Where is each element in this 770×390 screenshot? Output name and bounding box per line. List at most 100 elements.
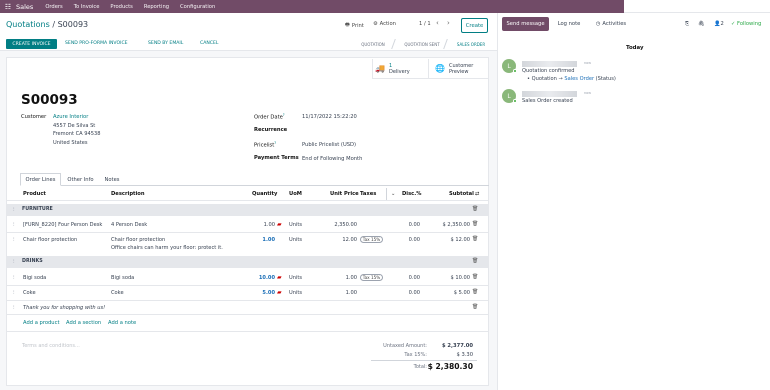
payment-terms-field[interactable]: End of Following Month bbox=[302, 156, 362, 162]
stage-quotation-sent[interactable]: QUOTATION SENT bbox=[397, 39, 447, 49]
col-uom[interactable]: UoM bbox=[289, 191, 302, 197]
create-invoice-button[interactable]: CREATE INVOICE bbox=[6, 39, 57, 49]
line-disc[interactable]: 0.00 bbox=[396, 290, 420, 296]
line-uom[interactable]: Units bbox=[289, 222, 302, 228]
stage-quotation[interactable]: QUOTATION bbox=[351, 39, 395, 49]
line-product[interactable]: Bigi soda bbox=[23, 275, 46, 281]
breadcrumb-quotations[interactable]: Quotations bbox=[6, 20, 50, 29]
cancel-button[interactable]: CANCEL bbox=[200, 41, 218, 46]
send-message-button[interactable]: Send message bbox=[502, 17, 549, 31]
stage-sales-order[interactable]: SALES ORDER bbox=[450, 39, 492, 49]
forecast-chart-icon[interactable]: ▰ bbox=[277, 221, 282, 228]
pricelist-field[interactable]: Public Pricelist (USD) bbox=[302, 142, 356, 148]
trash-icon[interactable]: 🗑 bbox=[472, 206, 478, 212]
terms-input[interactable]: Terms and conditions... bbox=[22, 343, 80, 349]
drag-handle-icon[interactable]: ⁝ bbox=[13, 305, 15, 311]
line-uom[interactable]: Units bbox=[289, 275, 302, 281]
avatar[interactable]: L bbox=[502, 89, 517, 103]
col-disc[interactable]: Disc.% bbox=[402, 191, 421, 197]
line-disc[interactable]: 0.00 bbox=[396, 275, 420, 281]
section-row[interactable] bbox=[7, 204, 488, 216]
line-product[interactable]: Coke bbox=[23, 290, 36, 296]
col-unit-price[interactable]: Unit Price bbox=[330, 191, 359, 197]
trash-icon[interactable]: 🗑 bbox=[472, 304, 478, 310]
app-name[interactable]: Sales bbox=[16, 3, 33, 11]
column-settings-icon[interactable]: ⇄ bbox=[475, 191, 479, 197]
print-button[interactable]: 🖶 Print bbox=[345, 21, 364, 30]
note-line[interactable]: Thank you for shopping with us! bbox=[23, 305, 105, 311]
line-unit-price[interactable]: 2,350.00 bbox=[322, 222, 357, 228]
pager-next-icon[interactable]: › bbox=[447, 19, 450, 27]
add-note-link[interactable]: Add a note bbox=[108, 320, 136, 326]
drag-handle-icon[interactable]: ⁝ bbox=[13, 207, 15, 213]
tab-other-info[interactable]: Other Info bbox=[62, 173, 99, 186]
line-uom[interactable]: Units bbox=[289, 237, 302, 243]
line-product[interactable]: Chair floor protection bbox=[23, 237, 77, 243]
line-unit-price[interactable]: 1.00 bbox=[322, 275, 357, 281]
send-by-email-button[interactable]: SEND BY EMAIL bbox=[148, 41, 183, 46]
menu-configuration[interactable]: Configuration bbox=[180, 4, 215, 10]
activities-button[interactable]: ◷ Activities bbox=[590, 17, 632, 31]
menu-products[interactable]: Products bbox=[110, 4, 132, 10]
tab-order-lines[interactable]: Order Lines bbox=[20, 173, 61, 186]
menu-orders[interactable]: Orders bbox=[45, 4, 62, 10]
drag-handle-icon[interactable]: ⁝ bbox=[13, 237, 15, 243]
send-proforma-button[interactable]: SEND PRO-FORMA INVOICE bbox=[65, 41, 128, 46]
line-disc[interactable]: 0.00 bbox=[396, 237, 420, 243]
following-button[interactable]: ✓ Following bbox=[731, 21, 761, 27]
apps-grid-icon[interactable]: ☷ bbox=[1, 0, 15, 13]
drag-handle-icon[interactable]: ⁝ bbox=[13, 222, 15, 228]
col-subtotal[interactable]: Subtotal bbox=[449, 191, 474, 197]
line-description-extra[interactable]: Office chairs can harm your floor: prote… bbox=[111, 245, 223, 251]
tab-notes[interactable]: Notes bbox=[100, 173, 124, 186]
pager-prev-icon[interactable]: ‹ bbox=[436, 19, 439, 27]
drag-handle-icon[interactable]: ⁝ bbox=[13, 290, 15, 296]
col-product[interactable]: Product bbox=[23, 191, 46, 197]
add-section-link[interactable]: Add a section bbox=[66, 320, 101, 326]
customer-preview-button[interactable]: 🌐 Customer Preview bbox=[428, 59, 489, 79]
followers-button[interactable]: 👤2 bbox=[714, 21, 724, 27]
line-disc[interactable]: 0.00 bbox=[396, 222, 420, 228]
col-taxes[interactable]: Taxes bbox=[360, 191, 376, 197]
trash-icon[interactable]: 🗑 bbox=[472, 221, 478, 227]
line-description[interactable]: 4 Person Desk bbox=[111, 222, 147, 228]
paperclip-icon[interactable]: ⎘ bbox=[685, 21, 689, 28]
menu-to-invoice[interactable]: To Invoice bbox=[74, 4, 100, 10]
author-name[interactable] bbox=[522, 91, 577, 97]
trash-icon[interactable]: 🗑 bbox=[472, 258, 478, 264]
author-name[interactable] bbox=[522, 61, 577, 67]
line-quantity[interactable]: 10.00 bbox=[250, 275, 275, 281]
customer-field[interactable]: Azure Interior bbox=[53, 114, 88, 120]
line-unit-price[interactable]: 12.00 bbox=[322, 237, 357, 243]
line-quantity[interactable]: 5.00 bbox=[250, 290, 275, 296]
tax-badge[interactable]: Tax 15% bbox=[360, 274, 383, 281]
log-note-button[interactable]: Log note bbox=[553, 17, 585, 31]
line-uom[interactable]: Units bbox=[289, 290, 302, 296]
trash-icon[interactable]: 🗑 bbox=[472, 236, 478, 242]
drag-handle-icon[interactable]: ⁝ bbox=[13, 275, 15, 281]
line-quantity[interactable]: 1.00 bbox=[250, 222, 275, 228]
tax-badge[interactable]: Tax 15% bbox=[360, 236, 383, 243]
create-button[interactable]: Create bbox=[461, 18, 488, 33]
add-product-link[interactable]: Add a product bbox=[23, 320, 59, 326]
trash-icon[interactable]: 🗑 bbox=[472, 274, 478, 280]
line-description[interactable]: Chair floor protection bbox=[111, 237, 165, 243]
line-quantity[interactable]: 1.00 bbox=[250, 237, 275, 243]
forecast-chart-icon[interactable]: ▰ bbox=[277, 289, 282, 296]
line-unit-price[interactable]: 1.00 bbox=[322, 290, 357, 296]
avatar[interactable]: L bbox=[502, 59, 517, 73]
sort-chevron-icon[interactable]: ⌄ bbox=[391, 191, 395, 197]
attachment-icon[interactable]: 🖇 bbox=[698, 21, 705, 27]
menu-reporting[interactable]: Reporting bbox=[144, 4, 169, 10]
order-date-field[interactable]: 11/17/2022 15:22:20 bbox=[302, 114, 357, 120]
line-description[interactable]: Coke bbox=[111, 290, 124, 296]
section-row[interactable] bbox=[7, 256, 488, 268]
pager-value[interactable]: 1 / 1 bbox=[419, 21, 431, 27]
line-product[interactable]: [FURN_8220] Four Person Desk bbox=[23, 222, 102, 228]
trash-icon[interactable]: 🗑 bbox=[472, 289, 478, 295]
col-description[interactable]: Description bbox=[111, 191, 145, 197]
line-description[interactable]: Bigi soda bbox=[111, 275, 134, 281]
col-quantity[interactable]: Quantity bbox=[252, 191, 277, 197]
delivery-smart-button[interactable]: 🚚 1 Delivery bbox=[372, 59, 428, 79]
drag-handle-icon[interactable]: ⁝ bbox=[13, 259, 15, 265]
